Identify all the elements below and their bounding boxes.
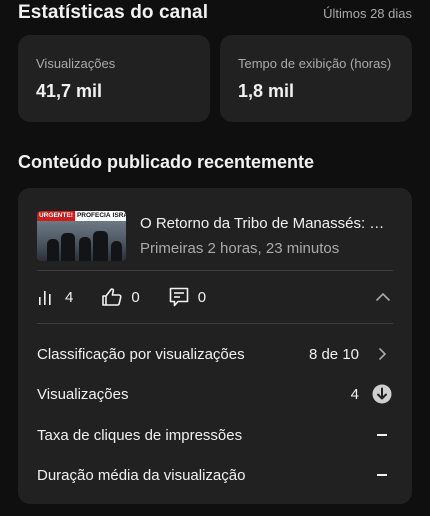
views-stat-label: Visualizações	[36, 56, 116, 71]
chevron-right-icon[interactable]	[371, 347, 393, 361]
avg-duration-row: Duração média da visualização	[37, 463, 393, 487]
video-thumbnail[interactable]: URGENTE! PROFECIA ISRAEL	[37, 211, 126, 261]
comments-metric-count: 0	[197, 288, 207, 306]
divider	[37, 270, 393, 271]
ctr-row: Taxa de cliques de impressões	[37, 423, 393, 447]
thumbnail-urgent-text: URGENTE!	[37, 211, 75, 221]
watch-time-stat-label: Tempo de exibição (horas)	[238, 56, 392, 71]
views-value-group: 4	[351, 384, 393, 404]
thumbnail-banner: URGENTE! PROFECIA ISRAEL	[37, 211, 126, 221]
views-metric-count: 4	[65, 288, 74, 306]
ranking-label: Classificação por visualizações	[37, 345, 245, 363]
dash-icon	[371, 434, 393, 436]
comment-icon	[168, 286, 190, 308]
likes-metric: 0	[101, 287, 140, 307]
thumbnail-scene	[37, 221, 126, 261]
bar-chart-icon	[37, 288, 57, 306]
chevron-up-icon[interactable]	[375, 289, 391, 310]
ranking-value-group: 8 de 10	[309, 346, 393, 363]
thumbnail-israel-text: ISRAEL	[112, 211, 126, 221]
comments-metric: 0	[168, 286, 206, 308]
ranking-value: 8 de 10	[308, 345, 359, 363]
video-subtitle: Primeiras 2 horas, 23 minutos	[140, 240, 340, 257]
avg-duration-label: Duração média da visualização	[37, 466, 246, 484]
views-row: Visualizações 4	[37, 382, 393, 406]
metrics-row: 4 0 0	[37, 285, 393, 309]
channel-stats-header: Estatísticas do canal Últimos 28 dias	[18, 0, 412, 26]
views-value: 4	[350, 385, 359, 403]
views-label: Visualizações	[37, 385, 129, 403]
ctr-label: Taxa de cliques de impressões	[37, 426, 243, 444]
video-title[interactable]: O Retorno da Tribo de Manassés: Profecia	[140, 215, 393, 232]
watch-time-stat-card[interactable]: Tempo de exibição (horas) 1,8 mil	[220, 35, 412, 122]
likes-metric-count: 0	[131, 288, 140, 306]
avg-duration-value-group	[359, 474, 393, 476]
views-metric: 4	[37, 288, 73, 306]
period-label: Últimos 28 dias	[323, 5, 412, 21]
divider	[37, 323, 393, 324]
thumbs-up-icon	[101, 287, 123, 307]
recent-content-title: Conteúdo publicado recentemente	[18, 152, 315, 172]
ranking-row[interactable]: Classificação por visualizações 8 de 10	[37, 342, 393, 366]
views-stat-card[interactable]: Visualizações 41,7 mil	[18, 35, 210, 122]
ctr-value-group	[359, 434, 393, 436]
video-info: O Retorno da Tribo de Manassés: Profecia…	[140, 215, 393, 257]
dash-icon	[371, 474, 393, 476]
watch-time-stat-value: 1,8 mil	[238, 81, 295, 101]
video-row[interactable]: URGENTE! PROFECIA ISRAEL O Retorno da Tr…	[37, 206, 393, 266]
recent-video-card: URGENTE! PROFECIA ISRAEL O Retorno da Tr…	[18, 188, 412, 504]
channel-stats-title: Estatísticas do canal	[18, 2, 209, 23]
arrow-down-circle-icon	[371, 384, 393, 404]
views-stat-value: 41,7 mil	[36, 81, 103, 101]
thumbnail-prophecy-text: PROFECIA	[74, 211, 113, 221]
